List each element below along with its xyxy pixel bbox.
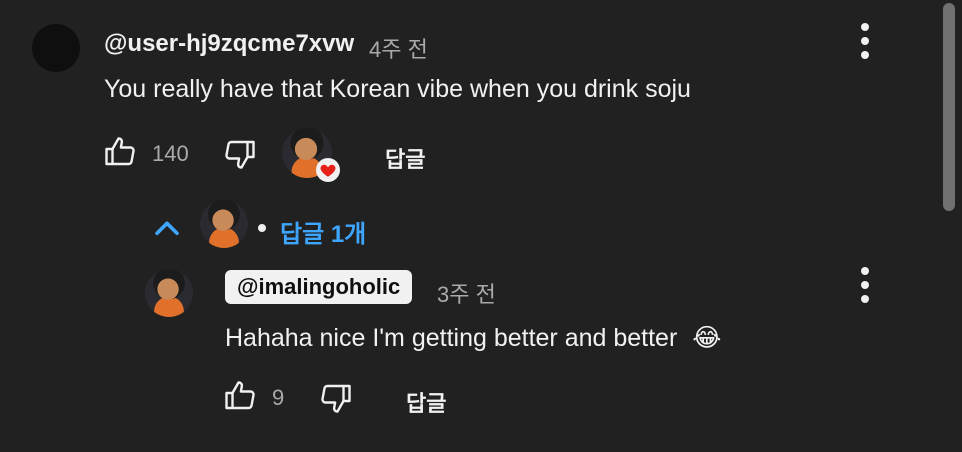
replies-toggle[interactable]: 답글 1개 (150, 200, 390, 256)
thumbs-down-icon (225, 140, 255, 169)
reply-button[interactable]: 답글 (385, 142, 425, 174)
reply-author-chip[interactable]: @imalingoholic (225, 270, 413, 304)
like-button[interactable] (102, 134, 138, 170)
comment-timestamp[interactable]: 4주 전 (369, 32, 428, 64)
thumbs-up-icon (105, 137, 135, 166)
reply-author-avatar[interactable] (145, 269, 193, 317)
heart-badge (316, 158, 340, 182)
reply-text-row: Hahaha nice I'm getting better and bette… (225, 323, 721, 353)
like-count: 140 (152, 141, 189, 166)
chevron-up-icon (155, 221, 179, 236)
comment-author[interactable]: @user-hj9zqcme7xvw (104, 30, 354, 58)
commenter-avatar[interactable] (32, 24, 80, 72)
laughing-emoji: 😂 (692, 324, 722, 352)
comment-menu-button[interactable] (850, 21, 880, 61)
comment-text: You really have that Korean vibe when yo… (104, 75, 691, 103)
reply-timestamp[interactable]: 3주 전 (437, 277, 496, 309)
reply-reply-button[interactable]: 답글 (406, 386, 446, 418)
reply-menu-button[interactable] (850, 265, 880, 305)
dislike-button[interactable] (222, 136, 258, 172)
scrollbar-thumb[interactable] (943, 3, 955, 211)
more-vert-icon (861, 267, 869, 275)
separator-dot (258, 224, 266, 232)
thumbs-down-icon (321, 384, 351, 413)
replies-count-label: 답글 1개 (280, 221, 367, 248)
more-vert-icon (861, 23, 869, 31)
reply-text: Hahaha nice I'm getting better and bette… (225, 324, 678, 352)
reply-preview-avatar (200, 200, 248, 248)
heart-icon (320, 164, 336, 177)
reply-like-button[interactable] (222, 378, 258, 414)
thumbs-up-icon (225, 381, 255, 410)
reply-dislike-button[interactable] (318, 380, 354, 416)
reply-like-count: 9 (272, 385, 285, 410)
